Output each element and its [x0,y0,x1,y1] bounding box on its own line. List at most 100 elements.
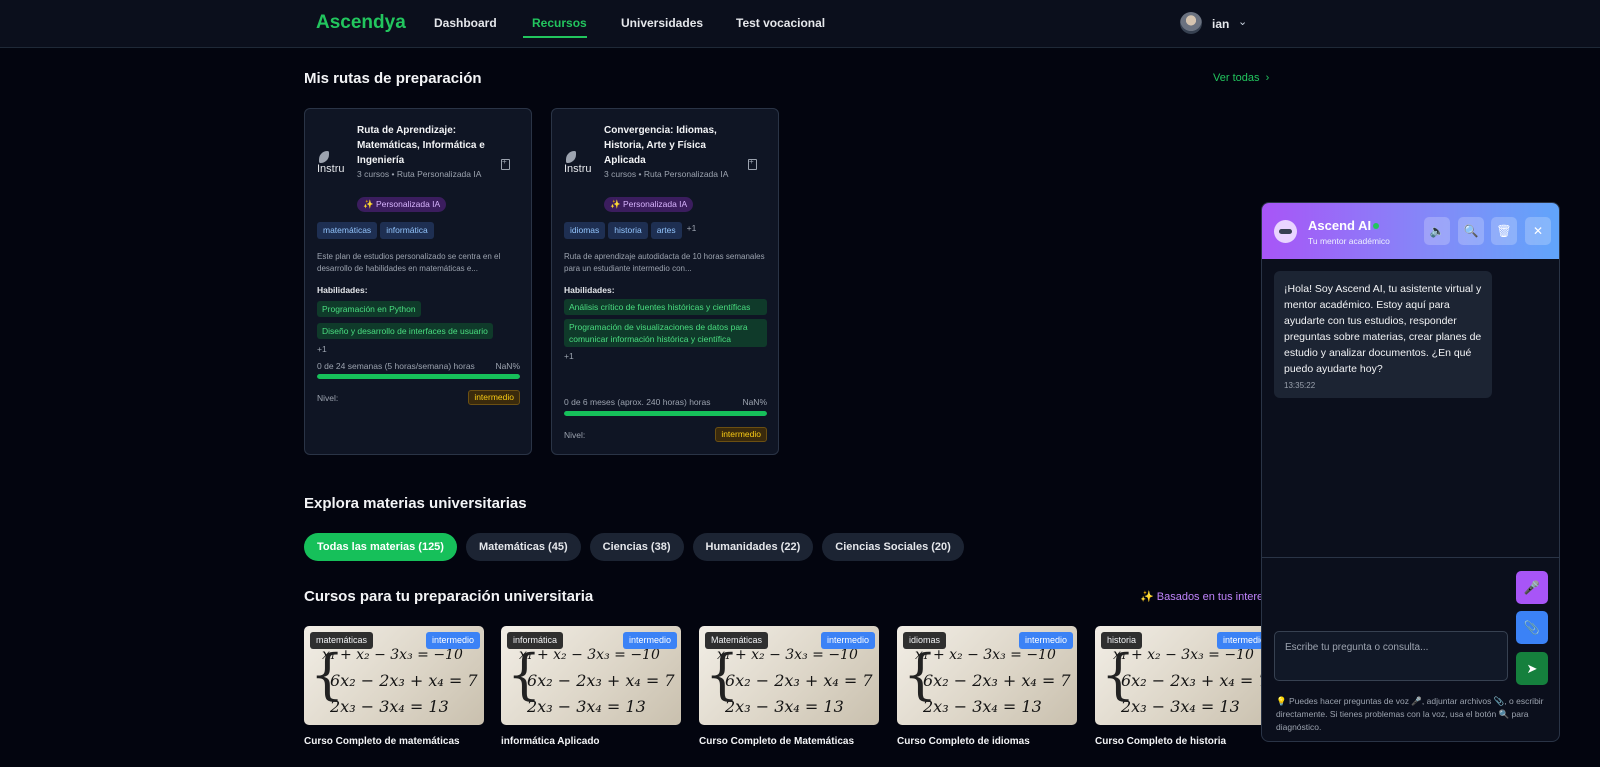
message-time: 13:35:22 [1284,381,1316,390]
skills-more: +1 [317,344,327,354]
route-title[interactable]: Convergencia: Idiomas, Historia, Arte y … [604,123,736,168]
nav-dashboard[interactable]: Dashboard [434,16,497,30]
course-title[interactable]: informática Aplicado [501,736,681,747]
filter-all[interactable]: Todas las materias (125) [304,533,457,561]
chat-bot-name: Ascend AI [1308,218,1372,233]
based-on-interests: ✨ Basados en tus interes [1140,591,1269,603]
brace-glyph: { [1101,643,1136,706]
course-image: {x₁ + x₂ − 3x₃ = −10 6x₂ − 2x₃ + x₄ = 7 2x… [699,626,879,725]
route-tags: idiomas historia artes +1 [564,222,696,239]
chat-hint: 💡 Puedes hacer preguntas de voz 🎤, adjun… [1276,696,1544,732]
progress-percent: NaN% [495,361,520,371]
equation-line: 6x₂ − 2x₃ + x₄ = 7 [923,671,1071,690]
tag: artes [650,222,682,239]
course-title[interactable]: Curso Completo de Matemáticas [699,736,879,747]
progress-row: 0 de 6 meses (aprox. 240 horas) horas Na… [564,397,767,407]
equation-line: 6x₂ − 2x₃ + x₄ = 7 [1121,671,1269,690]
thumbnail-alt-text: Instru [317,163,345,175]
chat-bot-subtitle: Tu mentor académico [1308,236,1390,246]
course-image: {x₁ + x₂ − 3x₃ = −10 6x₂ − 2x₃ + x₄ = 7 2x… [304,626,484,725]
level-label: Nivel: [564,430,586,440]
filter-humanidades[interactable]: Humanidades (22) [692,533,814,561]
close-icon[interactable]: ✕ [1525,217,1551,245]
course-card[interactable]: {x₁ + x₂ − 3x₃ = −10 6x₂ − 2x₃ + x₄ = 7 2x… [304,626,484,747]
see-all-link[interactable]: Ver todas › [1213,72,1269,84]
course-level-badge: intermedio [622,632,677,649]
see-all-label[interactable]: Ver todas [1213,72,1259,84]
course-subject-badge: informática [507,632,564,649]
send-icon[interactable]: ➤ [1516,652,1548,685]
course-title[interactable]: Curso Completo de historia [1095,736,1275,747]
progress-percent: NaN% [742,397,767,407]
brace-glyph: { [903,643,938,706]
routes-section-title: Mis rutas de preparación [304,70,482,87]
user-avatar[interactable] [1180,12,1202,34]
filter-ciencias-sociales[interactable]: Ciencias Sociales (20) [822,533,964,561]
equation-line: 6x₂ − 2x₃ + x₄ = 7 [330,671,478,690]
equation-image: {x₁ + x₂ − 3x₃ = −10 6x₂ − 2x₃ + x₄ = 7 2x… [903,642,1071,720]
tags-more: +1 [686,223,697,233]
equation-line: 2x₃ − 3x₄ = 13 [527,697,646,716]
filter-matematicas[interactable]: Matemáticas (45) [465,533,581,561]
course-card[interactable]: {x₁ + x₂ − 3x₃ = −10 6x₂ − 2x₃ + x₄ = 7 2x… [501,626,681,747]
nav-test-vocacional[interactable]: Test vocacional [736,16,825,30]
brace-glyph: { [310,643,345,706]
chevron-right-icon[interactable]: › [1266,72,1270,84]
route-card[interactable]: Instru Convergencia: Idiomas, Historia, … [551,108,779,455]
course-subject-badge: historia [1101,632,1143,649]
trash-icon[interactable]: 🗑 [1491,217,1517,245]
skills-list: Análisis crítico de fuentes históricas y… [564,299,767,361]
paperclip-icon[interactable]: 📎 [1516,611,1548,644]
filter-ciencias[interactable]: Ciencias (38) [589,533,684,561]
logo[interactable]: Ascendya [316,12,406,34]
progress-fill [317,374,520,379]
nav-recursos[interactable]: Recursos [532,16,587,30]
course-level-badge: intermedio [820,632,875,649]
broken-image-icon [566,151,576,163]
user-name[interactable]: ian [1212,17,1229,31]
level-badge: intermedio [715,427,767,442]
online-status-dot [1373,223,1379,229]
level-row: Nivel: intermedio [564,427,767,442]
assistant-message: ¡Hola! Soy Ascend AI, tu asistente virtu… [1274,271,1492,398]
equation-line: 2x₃ − 3x₄ = 13 [923,697,1042,716]
course-title[interactable]: Curso Completo de idiomas [897,736,1077,747]
course-card[interactable]: {x₁ + x₂ − 3x₃ = −10 6x₂ − 2x₃ + x₄ = 7 2x… [1095,626,1275,747]
equation-line: 6x₂ − 2x₃ + x₄ = 7 [725,671,873,690]
route-title[interactable]: Ruta de Aprendizaje: Matemáticas, Inform… [357,123,489,168]
course-card[interactable]: {x₁ + x₂ − 3x₃ = −10 6x₂ − 2x₃ + x₄ = 7 2x… [897,626,1077,747]
add-document-icon[interactable] [501,157,510,170]
search-icon[interactable]: 🔍 [1458,217,1484,245]
level-label: Nivel: [317,393,339,403]
skill-chip: Diseño y desarrollo de interfaces de usu… [317,323,493,339]
broken-image-icon [319,151,329,163]
ai-personalized-badge: ✨ Personalizada IA [604,197,694,212]
microphone-icon[interactable]: 🎤 [1516,571,1548,604]
courses-section-title: Cursos para tu preparación universitaria [304,588,594,605]
course-image: {x₁ + x₂ − 3x₃ = −10 6x₂ − 2x₃ + x₄ = 7 2x… [897,626,1077,725]
equation-image: {x₁ + x₂ − 3x₃ = −10 6x₂ − 2x₃ + x₄ = 7 2x… [507,642,675,720]
route-thumbnail: Instru [564,151,596,185]
course-card[interactable]: {x₁ + x₂ − 3x₃ = −10 6x₂ − 2x₃ + x₄ = 7 2x… [699,626,879,747]
course-image: {x₁ + x₂ − 3x₃ = −10 6x₂ − 2x₃ + x₄ = 7 2x… [1095,626,1275,725]
route-card[interactable]: Instru Ruta de Aprendizaje: Matemáticas,… [304,108,532,455]
top-navbar: Ascendya Dashboard Recursos Universidade… [0,0,1600,48]
chat-divider [1262,557,1559,558]
brace-glyph: { [507,643,542,706]
chat-input[interactable]: Escribe tu pregunta o consulta... [1274,631,1508,681]
skills-list: Programación en Python Diseño y desarrol… [317,299,520,354]
speaker-icon[interactable]: 🔈 [1424,217,1450,245]
nav-universidades[interactable]: Universidades [621,16,703,30]
thumbnail-alt-text: Instru [564,163,592,175]
equation-line: 6x₂ − 2x₃ + x₄ = 7 [527,671,675,690]
course-title[interactable]: Curso Completo de matemáticas [304,736,484,747]
progress-fill [564,411,767,416]
chevron-down-icon[interactable]: ⌄ [1238,15,1247,28]
subject-filters: Todas las materias (125) Matemáticas (45… [304,533,964,561]
course-level-badge: intermedio [1018,632,1073,649]
chat-input-placeholder[interactable]: Escribe tu pregunta o consulta... [1285,642,1428,653]
add-document-icon[interactable] [748,157,757,170]
progress-text: 0 de 6 meses (aprox. 240 horas) horas [564,397,711,407]
level-badge: intermedio [468,390,520,405]
route-meta: 3 cursos • Ruta Personalizada IA [357,169,482,179]
